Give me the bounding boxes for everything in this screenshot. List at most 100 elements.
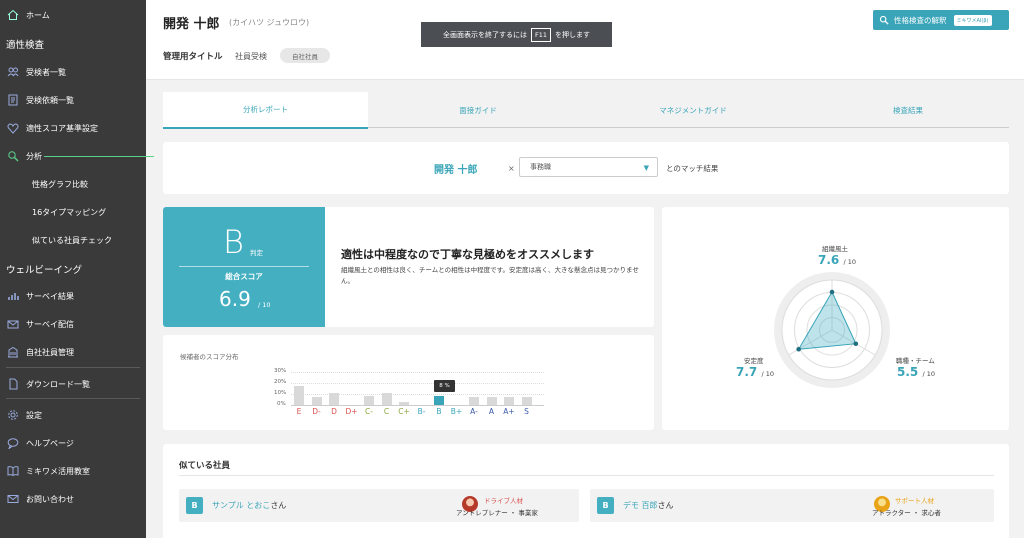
match-result-label: とのマッチ結果 [666,164,719,173]
x-tick-E: E [296,407,302,416]
x-tick-C+: C+ [398,407,410,416]
sidebar-item-label: サーベイ配信 [26,319,74,329]
radar-label-stability: 安定度 [744,357,764,365]
sidebar-item-survey-results[interactable]: サーベイ結果 [0,286,146,306]
x-tick-B-: B- [417,407,426,416]
baseline [291,405,544,406]
interpretation-button[interactable]: 性格検査の解釈 ミキワメAI(β) [873,10,1009,30]
tab-test-results[interactable]: 検査結果 [823,92,993,128]
sidebar-item-label: ヘルプページ [26,438,74,448]
radar-denominator: / 10 [761,370,774,378]
bar-A [486,397,497,405]
sidebar-item-label: 自社社員管理 [26,347,74,357]
x-tick-C: C [383,407,390,416]
chart-icon [6,289,20,303]
home-icon [6,8,20,22]
divider [6,367,140,368]
similar-employee-row[interactable]: B デモ 百郎さん サポート人材 アトラクター ・ 求心者 [590,489,994,522]
x-tick-D-: D- [312,407,321,416]
sidebar-subitem-graph-compare[interactable]: 性格グラフ比較 [32,179,88,190]
employee-name-text: デモ 百郎 [623,501,658,510]
f11-key: F11 [530,27,551,42]
bar-D- [311,397,322,405]
x-tick-A: A [488,407,495,416]
name-kana: (カイハツ ジュウロウ) [229,18,310,27]
employee-name[interactable]: サンプル とおこさん [212,500,286,511]
radar-point [829,289,835,295]
radar-value-stability: 7.7 / 10 [736,365,774,379]
chat-icon [6,436,20,450]
file-icon [6,377,20,391]
radar-denominator: / 10 [922,370,935,378]
sidebar-item-label: 分析 [26,151,42,161]
building-icon [6,345,20,359]
tab-management-guide[interactable]: マネジメントガイド [608,92,778,128]
sidebar-item-downloads[interactable]: ダウンロード一覧 [0,374,146,394]
sidebar-item-label: ミキワメ活用教室 [26,466,90,476]
search-icon [6,149,20,163]
sidebar-item-classroom[interactable]: ミキワメ活用教室 [0,461,146,481]
similar-employee-row[interactable]: B サンプル とおこさん ドライブ人材 アントレプレナー ・ 事業家 [179,489,579,522]
sidebar-item-employees[interactable]: 自社社員管理 [0,342,146,362]
type-roles: アントレプレナー ・ 事業家 [456,509,538,517]
tab-interview-guide[interactable]: 面接ガイド [393,92,563,128]
mail-icon [6,317,20,331]
envelope-icon [6,492,20,506]
y-tick: 0% [277,401,286,407]
heart-check-icon [6,121,20,135]
sidebar-item-label: サーベイ結果 [26,291,74,301]
y-tick: 10% [274,390,287,396]
times-sign: × [508,164,515,173]
sidebar-item-contact[interactable]: お問い合わせ [0,489,146,509]
grade-badge: B [597,497,614,514]
x-tick-D+: D+ [345,407,358,416]
grade-suffix: 判定 [250,249,263,257]
sidebar-item-label: 受検者一覧 [26,67,66,77]
sidebar-item-help[interactable]: ヘルプページ [0,433,146,453]
page-title: 開発 十郎 [163,17,220,32]
total-score-value: 6.9 [219,287,251,311]
search-icon [879,15,889,25]
bar-S [521,397,532,405]
type-roles: アトラクター ・ 求心者 [872,509,941,517]
job-select-value: 事務職 [530,163,551,171]
radar-point [796,346,801,352]
radar-value: 7.7 [736,365,758,379]
total-score-label: 総合スコア [225,272,263,281]
score-panel: B 判定 総合スコア 6.9 / 10 [163,207,325,327]
header: 開発 十郎 (カイハツ ジュウロウ) 管理用タイトル 社員受検 自社社員 全画面… [146,0,1024,80]
main-content: 開発 十郎 (カイハツ ジュウロウ) 管理用タイトル 社員受検 自社社員 全画面… [146,0,1024,538]
x-tick-A-: A- [470,407,478,416]
tab-analysis-report[interactable]: 分析レポート [163,92,368,129]
job-select[interactable]: 事務職 ▼ [519,157,658,177]
bar-C+ [399,401,409,405]
x-tick-S: S [524,407,529,416]
radar-chart [774,272,890,388]
distribution-title: 候補者のスコア分布 [180,353,239,361]
bar-B [434,396,444,405]
sidebar-item-label: お問い合わせ [26,494,74,504]
employee-name-text: サンプル とおこ [212,501,271,510]
employee-name[interactable]: デモ 百郎さん [623,500,674,511]
sidebar-item-label: ホーム [26,10,50,20]
mgmt-title-label: 管理用タイトル [163,52,223,62]
sidebar-item-label: 受検依頼一覧 [26,95,74,105]
sidebar-item-score-settings[interactable]: 適性スコア基準設定 [0,118,146,138]
sidebar-item-settings[interactable]: 設定 [0,405,146,425]
sidebar-item-home[interactable]: ホーム [0,5,146,25]
sidebar-subitem-16type[interactable]: 16タイプマッピング [32,207,106,218]
sidebar-item-label: 適性スコア基準設定 [26,123,98,133]
button-label: 性格検査の解釈 [894,15,947,25]
similar-title: 似ている社員 [179,461,231,471]
sidebar-item-label: 設定 [26,410,42,420]
sidebar-item-requests[interactable]: 受検依頼一覧 [0,90,146,110]
grade-badge: B [186,497,203,514]
sidebar-item-label: ダウンロード一覧 [26,379,90,389]
x-tick-C-: C- [365,407,373,416]
bar-C [381,392,392,405]
sidebar-item-survey-send[interactable]: サーベイ配信 [0,314,146,334]
sidebar-item-examinees[interactable]: 受検者一覧 [0,62,146,82]
sidebar-subitem-similar-check[interactable]: 似ている社員チェック [32,235,112,246]
x-tick-B+: B+ [450,407,463,416]
sidebar-section-wellbeing: ウェルビーイング [6,265,83,276]
